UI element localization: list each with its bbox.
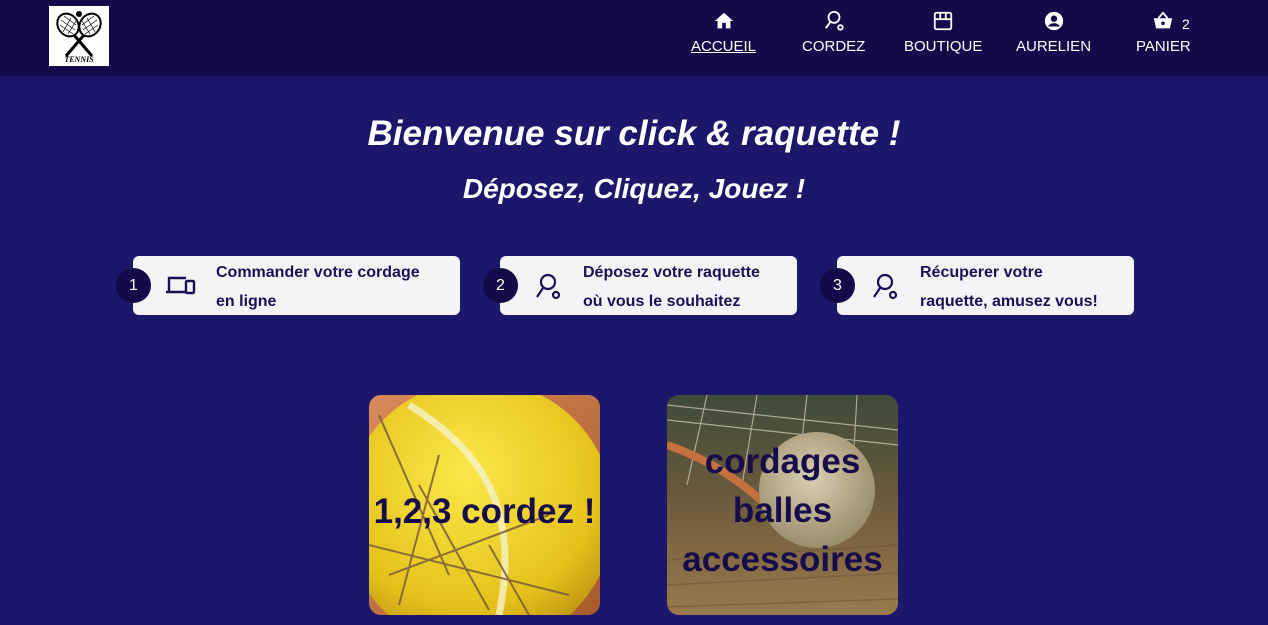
- page-subtitle: Déposez, Cliquez, Jouez !: [462, 173, 806, 204]
- nav-item-account[interactable]: AURELIEN: [1016, 10, 1091, 55]
- store-icon: [934, 11, 953, 31]
- nav-item-panier[interactable]: 2 PANIER: [1136, 10, 1191, 55]
- step-text: Récuperer votre raquette, amusez vous!: [920, 258, 1150, 316]
- navbar: TENNIS ACCUEIL CORDEZ BOUTIQUE AURELIEN …: [0, 0, 1268, 76]
- step-card-1: 1 Commander votre cordage en ligne: [116, 256, 460, 316]
- card-label-line: cordages: [704, 442, 861, 481]
- card-label-line: accessoires: [682, 540, 883, 579]
- racket-icon: [536, 273, 561, 300]
- card-cordez[interactable]: 1,2,3 cordez !: [369, 395, 600, 615]
- nav-label-accueil: ACCUEIL: [691, 38, 757, 55]
- step-number: 2: [483, 268, 518, 303]
- racket-icon: [824, 10, 844, 31]
- card-label-line: 1,2,3 cordez !: [373, 492, 596, 531]
- step-line-2: où vous le souhaitez: [583, 293, 741, 310]
- basket-icon: [1154, 11, 1173, 29]
- step-number: 1: [116, 268, 151, 303]
- step-line-1: Déposez votre raquette: [583, 264, 760, 281]
- step-card-2: 2 Déposez votre raquette où vous le souh…: [483, 256, 797, 315]
- step-card-3: 3 Récuperer votre raquette, amusez vous!: [820, 256, 1134, 315]
- nav-item-boutique[interactable]: BOUTIQUE: [904, 10, 982, 55]
- nav-item-accueil[interactable]: ACCUEIL: [691, 10, 756, 55]
- racket-icon: [873, 273, 898, 300]
- step-line-1: Commander votre cordage: [216, 264, 420, 281]
- nav-label-boutique: BOUTIQUE: [904, 38, 983, 55]
- page-title: Bienvenue sur click & raquette !: [367, 114, 901, 153]
- devices-icon: [166, 276, 196, 295]
- nav-item-cordez[interactable]: CORDEZ: [802, 10, 865, 55]
- account-icon: [1044, 11, 1063, 31]
- cart-count-badge: 2: [1182, 16, 1190, 32]
- step-line-1: Récuperer votre: [920, 264, 1043, 281]
- card-label-line: balles: [732, 491, 833, 530]
- nav-label-cordez: CORDEZ: [802, 38, 866, 55]
- logo-text: TENNIS: [64, 55, 94, 64]
- nav-label-account: AURELIEN: [1016, 38, 1092, 55]
- tennis-logo[interactable]: TENNIS: [49, 6, 109, 66]
- step-line-2: raquette, amusez vous!: [920, 293, 1098, 310]
- step-line-2: en ligne: [216, 293, 277, 310]
- card-boutique[interactable]: cordages balles accessoires: [667, 395, 898, 615]
- step-text: Déposez votre raquette où vous le souhai…: [583, 258, 813, 316]
- step-number: 3: [820, 268, 855, 303]
- nav-label-panier: PANIER: [1136, 38, 1191, 55]
- home-icon: [714, 12, 733, 29]
- step-text: Commander votre cordage en ligne: [216, 258, 446, 316]
